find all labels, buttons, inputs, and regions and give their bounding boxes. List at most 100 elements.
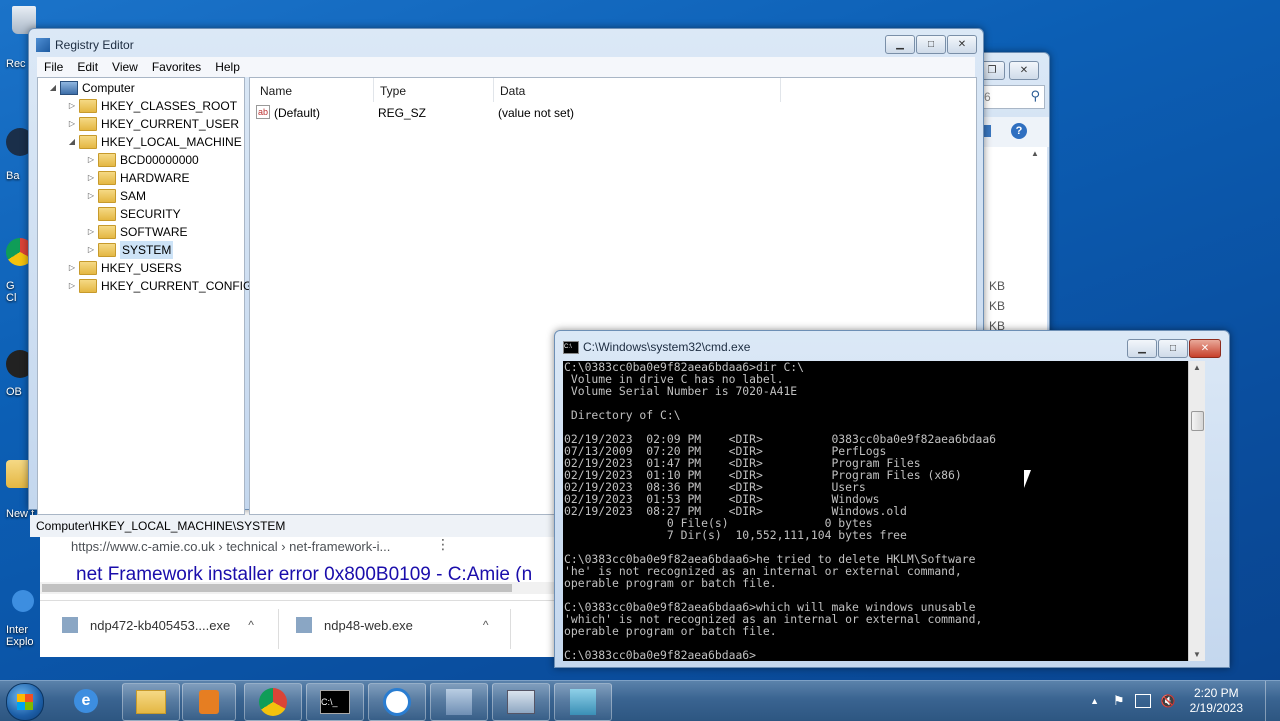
horizontal-scrollbar[interactable]	[40, 582, 570, 594]
column-header-data[interactable]: Data	[500, 82, 525, 100]
menu-view[interactable]: View	[105, 57, 145, 77]
expand-arrow-icon[interactable]: ▷	[65, 115, 79, 133]
chevron-up-icon[interactable]: ^	[483, 618, 489, 632]
download-filename: ndp472-kb405453....exe	[90, 617, 231, 633]
start-button[interactable]	[6, 683, 44, 721]
more-options-icon[interactable]: ⋮	[436, 536, 450, 553]
clock[interactable]: 2:20 PM 2/19/2023	[1190, 686, 1243, 716]
system-tray: ▲ ⚑ 🔇 2:20 PM 2/19/2023	[1090, 681, 1280, 721]
tree-item-hkey-current-config[interactable]: ▷ HKEY_CURRENT_CONFIG	[65, 277, 252, 295]
folder-icon	[98, 243, 116, 257]
search-input[interactable]: 6	[984, 90, 991, 104]
vertical-scrollbar[interactable]: ▲ ▼	[1188, 361, 1205, 661]
column-header-name[interactable]: Name	[260, 82, 292, 100]
search-icon[interactable]: ⚲	[1030, 88, 1040, 104]
menu-favorites[interactable]: Favorites	[145, 57, 208, 77]
scroll-up-arrow-icon[interactable]: ▲	[1193, 363, 1201, 372]
value-data: (value not set)	[498, 106, 575, 120]
tree-item-system[interactable]: ▷ SYSTEM	[84, 241, 174, 259]
folder-icon	[98, 189, 116, 203]
download-item[interactable]: ndp48-web.exe ^	[296, 617, 489, 633]
taskbar-remote-desktop[interactable]	[492, 683, 550, 721]
expand-arrow-icon[interactable]: ▷	[65, 259, 79, 277]
expanded-arrow-icon[interactable]: ◢	[46, 79, 60, 97]
column-divider[interactable]	[780, 78, 781, 102]
download-filename: ndp48-web.exe	[324, 617, 413, 633]
help-icon[interactable]: ?	[1011, 123, 1027, 139]
tree-item-sam[interactable]: ▷ SAM	[84, 187, 146, 205]
tree-item-security[interactable]: SECURITY	[84, 205, 181, 223]
menu-help[interactable]: Help	[208, 57, 247, 77]
window-controls: ▁ □ ✕	[1127, 339, 1221, 358]
cmd-window[interactable]: C:\ C:\Windows\system32\cmd.exe ▁ □ ✕ C:…	[554, 330, 1230, 668]
taskbar-cmd[interactable]: C:\_	[306, 683, 364, 721]
close-button[interactable]: ✕	[1189, 339, 1221, 358]
minimize-button[interactable]: ▁	[1127, 339, 1157, 358]
expand-arrow-icon[interactable]: ▷	[65, 277, 79, 295]
scrollbar-thumb[interactable]	[1191, 411, 1204, 431]
expand-arrow-icon[interactable]: ▷	[84, 187, 98, 205]
taskbar-obs[interactable]	[368, 683, 426, 721]
cmd-icon: C:\_	[320, 690, 350, 714]
download-item[interactable]: ndp472-kb405453....exe ^	[62, 617, 254, 633]
scroll-up-arrow-icon[interactable]: ▲	[1031, 149, 1039, 158]
expand-arrow-icon[interactable]: ▷	[65, 97, 79, 115]
close-button[interactable]: ✕	[1009, 61, 1039, 80]
tree-item-hkey-local-machine[interactable]: ◢ HKEY_LOCAL_MACHINE	[65, 133, 242, 151]
show-hidden-icons-icon[interactable]: ▲	[1090, 696, 1099, 706]
tree-item-computer[interactable]: ◢ Computer	[46, 79, 135, 97]
scroll-down-arrow-icon[interactable]: ▼	[1193, 650, 1201, 659]
tree-item-hkey-classes-root[interactable]: ▷ HKEY_CLASSES_ROOT	[65, 97, 237, 115]
folder-icon	[98, 207, 116, 221]
registry-tree[interactable]: ◢ Computer ▷ HKEY_CLASSES_ROOT ▷ HKEY_CURRENT…	[37, 77, 252, 515]
taskbar-installer[interactable]	[554, 683, 612, 721]
close-button[interactable]: ✕	[947, 35, 977, 54]
tree-item-bcd00000000[interactable]: ▷ BCD00000000	[84, 151, 199, 169]
menu-edit[interactable]: Edit	[70, 57, 105, 77]
column-header-type[interactable]: Type	[380, 82, 406, 100]
start-orb-icon	[17, 694, 33, 710]
tree-item-label: HARDWARE	[120, 171, 190, 185]
scrollbar-thumb[interactable]	[42, 584, 512, 592]
show-desktop-button[interactable]	[1265, 681, 1280, 721]
tree-item-label: HKEY_CURRENT_USER	[101, 117, 240, 131]
search-box[interactable]: 6 ⚲	[981, 85, 1045, 109]
expand-arrow-icon[interactable]: ▷	[84, 169, 98, 187]
file-list: ▲ KB KB KB	[981, 147, 1047, 352]
taskbar-media-player[interactable]	[182, 683, 236, 721]
volume-muted-icon[interactable]: 🔇	[1161, 694, 1176, 708]
download-separator	[278, 609, 279, 649]
tree-item-hkey-current-user[interactable]: ▷ HKEY_CURRENT_USER	[65, 115, 239, 133]
ie-icon	[12, 590, 34, 612]
folder-icon	[79, 135, 97, 149]
console-output[interactable]: C:\0383cc0ba0e9f82aea6bdaa6>dir C:\ Volu…	[563, 361, 1205, 661]
taskbar-network-tool[interactable]	[430, 683, 488, 721]
expand-arrow-icon[interactable]: ▷	[84, 151, 98, 169]
file-size: KB	[989, 279, 1006, 293]
tree-item-hardware[interactable]: ▷ HARDWARE	[84, 169, 190, 187]
taskbar-chrome[interactable]	[244, 683, 302, 721]
clock-date: 2/19/2023	[1189, 701, 1243, 715]
folder-icon	[79, 279, 97, 293]
minimize-button[interactable]: ▁	[885, 35, 915, 54]
desktop-icon-internet-explorer[interactable]: Inter Explo	[6, 590, 36, 648]
maximize-button[interactable]: □	[916, 35, 946, 54]
action-center-flag-icon[interactable]: ⚑	[1113, 693, 1125, 709]
table-row[interactable]: ab (Default) REG_SZ (value not set)	[256, 104, 856, 122]
tree-item-hkey-users[interactable]: ▷ HKEY_USERS	[65, 259, 182, 277]
expand-arrow-icon[interactable]: ▷	[84, 241, 98, 259]
network-icon[interactable]	[1134, 694, 1151, 708]
value-name: (Default)	[274, 106, 321, 120]
chevron-up-icon[interactable]: ^	[248, 618, 254, 632]
menu-file[interactable]: File	[37, 57, 70, 77]
taskbar-explorer[interactable]	[122, 683, 180, 721]
expand-arrow-icon[interactable]: ▷	[84, 223, 98, 241]
search-result-url[interactable]: https://www.c-amie.co.uk › technical › n…	[71, 539, 390, 554]
view-icon[interactable]	[983, 125, 991, 137]
column-divider[interactable]	[373, 78, 374, 102]
maximize-button[interactable]: □	[1158, 339, 1188, 358]
tree-item-software[interactable]: ▷ SOFTWARE	[84, 223, 188, 241]
expanded-arrow-icon[interactable]: ◢	[65, 133, 79, 151]
column-divider[interactable]	[493, 78, 494, 102]
taskbar-ie[interactable]: e	[66, 685, 106, 717]
